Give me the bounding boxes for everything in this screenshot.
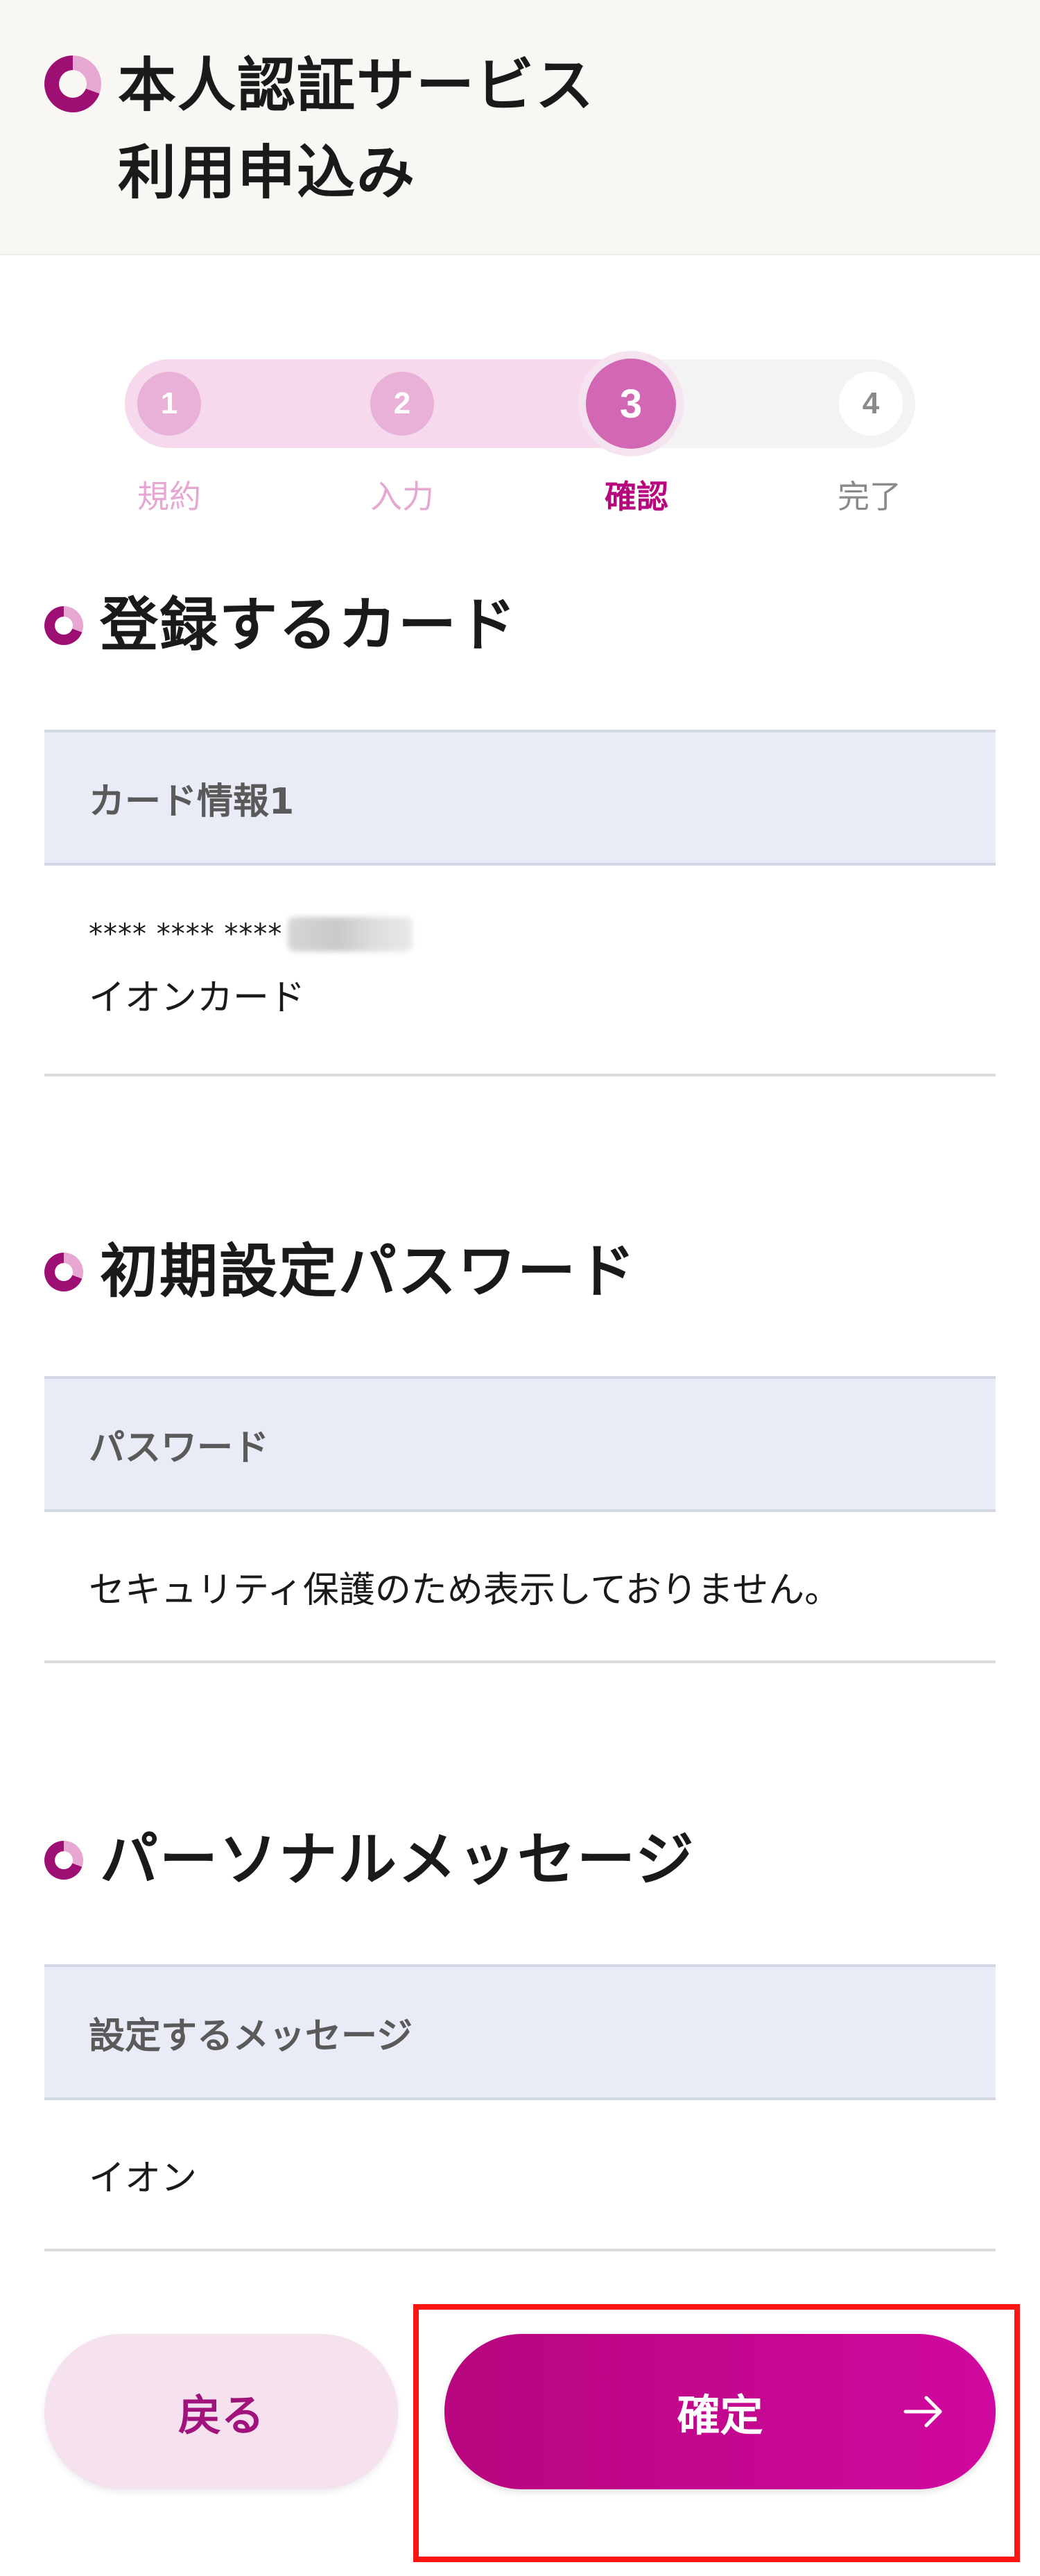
ring-bullet-icon bbox=[44, 1253, 83, 1291]
message-header: 設定するメッセージ bbox=[44, 1964, 996, 2100]
step-2-label: 入力 bbox=[370, 478, 434, 515]
step-2-circle: 2 bbox=[370, 372, 434, 436]
card-number-masked: **** **** **** bbox=[89, 918, 283, 950]
page-title: 本人認証サービス 利用申込み bbox=[118, 42, 595, 216]
step-1-circle: 1 bbox=[137, 372, 201, 436]
section-title-password: 初期設定パスワード bbox=[100, 1237, 637, 1305]
ring-bullet-icon bbox=[44, 55, 101, 112]
back-button[interactable]: 戻る bbox=[44, 2334, 398, 2489]
step-3-number: 3 bbox=[586, 359, 676, 449]
step-3-label: 確認 bbox=[605, 478, 668, 515]
message-value: イオン bbox=[44, 2100, 996, 2251]
highlight-box bbox=[413, 2304, 1020, 2562]
password-value: セキュリティ保護のため表示しておりません。 bbox=[44, 1512, 996, 1663]
ring-bullet-icon bbox=[44, 606, 83, 645]
page-header: 本人認証サービス 利用申込み bbox=[0, 0, 1040, 255]
step-4-label: 完了 bbox=[838, 478, 901, 515]
ring-bullet-icon bbox=[44, 1841, 83, 1880]
message-table: 設定するメッセージ イオン bbox=[44, 1964, 996, 2251]
password-table: パスワード セキュリティ保護のため表示しておりません。 bbox=[44, 1376, 996, 1663]
card-info-body: **** **** **** イオンカード bbox=[44, 866, 996, 1076]
section-title-card: 登録するカード bbox=[100, 591, 518, 659]
card-name: イオンカード bbox=[89, 977, 306, 1019]
page-title-line1: 本人認証サービス bbox=[118, 51, 596, 119]
step-3-circle: 3 bbox=[578, 351, 684, 456]
section-title-message: パーソナルメッセージ bbox=[100, 1826, 695, 1894]
card-info-header: カード情報1 bbox=[44, 730, 996, 866]
card-number-row: **** **** **** bbox=[89, 917, 996, 952]
progress-stepper: 1 2 3 4 bbox=[125, 351, 915, 456]
card-info-table: カード情報1 **** **** **** イオンカード bbox=[44, 730, 996, 1076]
step-4-circle: 4 bbox=[839, 372, 903, 436]
step-1-label: 規約 bbox=[137, 478, 201, 515]
page-title-line2: 利用申込み bbox=[118, 139, 417, 207]
password-header: パスワード bbox=[44, 1376, 996, 1512]
card-number-redacted bbox=[288, 917, 413, 952]
